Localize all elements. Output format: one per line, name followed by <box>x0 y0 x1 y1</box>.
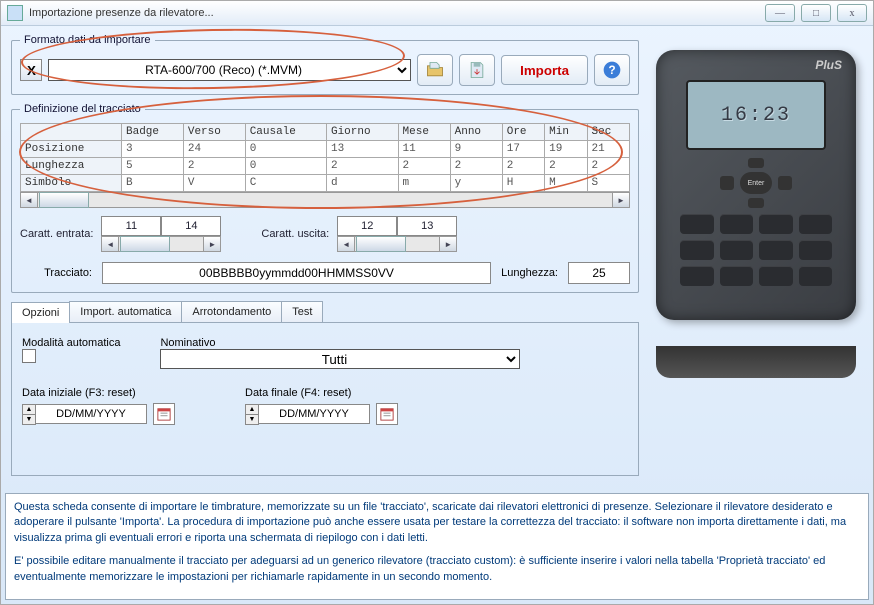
help-footer: Questa scheda consente di importare le t… <box>5 493 869 600</box>
format-select[interactable]: RTA-600/700 (Reco) (*.MVM) <box>48 59 411 81</box>
col-anno: Anno <box>450 124 502 141</box>
lunghezza-label: Lunghezza: <box>501 267 558 279</box>
device-screen: 16:23 <box>686 80 826 150</box>
tracciato-value[interactable]: 00BBBBB0yymmdd00HHMMSS0VV <box>102 262 491 284</box>
scroll-thumb[interactable] <box>356 236 406 252</box>
col-ore: Ore <box>502 124 544 141</box>
maximize-button[interactable]: □ <box>801 4 831 22</box>
table-row[interactable]: Posizione324013119171921 <box>21 141 630 158</box>
calendar-icon <box>157 407 171 421</box>
tracciato-group: Definizione del tracciato Badge Verso Ca… <box>11 103 639 293</box>
tracciato-legend: Definizione del tracciato <box>20 103 145 115</box>
col-verso: Verso <box>183 124 245 141</box>
table-h-scrollbar[interactable]: ◄► <box>20 192 630 208</box>
data-iniziale-calendar-button[interactable] <box>153 403 175 425</box>
footer-paragraph-1: Questa scheda consente di importare le t… <box>14 500 860 546</box>
app-icon <box>7 5 23 21</box>
spin-down-icon[interactable]: ▼ <box>246 415 258 424</box>
format-group: Formato dati da importare X RTA-600/700 … <box>11 34 639 95</box>
scroll-left-icon[interactable]: ◄ <box>338 237 355 251</box>
open-folder-icon <box>425 60 445 80</box>
caratt-uscita-label: Caratt. uscita: <box>261 228 333 240</box>
scroll-left-icon[interactable]: ◄ <box>102 237 119 251</box>
open-file-button[interactable] <box>417 54 453 86</box>
scroll-right-icon[interactable]: ► <box>612 193 629 207</box>
tab-panel-opzioni: Modalità automatica Nominativo Tutti Dat… <box>11 323 639 476</box>
spin-up-icon[interactable]: ▲ <box>23 405 35 415</box>
tab-opzioni[interactable]: Opzioni <box>11 302 70 323</box>
device-keypad <box>680 214 832 286</box>
minimize-button[interactable]: — <box>765 4 795 22</box>
modalita-automatica-checkbox[interactable] <box>22 349 36 363</box>
svg-text:?: ? <box>608 64 615 77</box>
caratt-uscita-2[interactable]: 13 <box>397 216 457 236</box>
tracciato-table[interactable]: Badge Verso Causale Giorno Mese Anno Ore… <box>20 123 630 192</box>
titlebar: Importazione presenze da rilevatore... —… <box>1 1 873 26</box>
window-title: Importazione presenze da rilevatore... <box>29 7 765 19</box>
calendar-icon <box>380 407 394 421</box>
table-header-row: Badge Verso Causale Giorno Mese Anno Ore… <box>21 124 630 141</box>
caratt-entrata-1[interactable]: 11 <box>101 216 161 236</box>
device-illustration: PluS 16:23 Enter <box>656 50 856 360</box>
save-icon <box>467 60 487 80</box>
app-window: Importazione presenze da rilevatore... —… <box>0 0 874 605</box>
data-finale-spinner[interactable]: ▲▼ <box>245 404 259 425</box>
clear-format-button[interactable]: X <box>20 59 42 81</box>
scroll-thumb[interactable] <box>120 236 170 252</box>
save-file-button[interactable] <box>459 54 495 86</box>
caratt-uscita-1[interactable]: 12 <box>337 216 397 236</box>
table-row[interactable]: Lunghezza520222222 <box>21 158 630 175</box>
col-causale: Causale <box>245 124 326 141</box>
close-button[interactable]: x <box>837 4 867 22</box>
col-mese: Mese <box>398 124 450 141</box>
device-brand: PluS <box>815 58 842 72</box>
data-finale-calendar-button[interactable] <box>376 403 398 425</box>
format-legend: Formato dati da importare <box>20 34 155 46</box>
device-dpad: Enter <box>714 158 798 208</box>
tab-bar: Opzioni Import. automatica Arrotondament… <box>11 301 639 323</box>
tab-test[interactable]: Test <box>281 301 323 322</box>
col-giorno: Giorno <box>326 124 398 141</box>
scroll-right-icon[interactable]: ► <box>203 237 220 251</box>
nominativo-label: Nominativo <box>160 337 520 349</box>
import-button[interactable]: Importa <box>501 55 588 85</box>
data-iniziale-spinner[interactable]: ▲▼ <box>22 404 36 425</box>
data-finale-input[interactable]: DD/MM/YYYY <box>259 404 370 424</box>
data-iniziale-label: Data iniziale (F3: reset) <box>22 387 175 399</box>
col-blank <box>21 124 122 141</box>
data-iniziale-input[interactable]: DD/MM/YYYY <box>36 404 147 424</box>
footer-paragraph-2: E' possibile editare manualmente il trac… <box>14 554 860 585</box>
scroll-thumb[interactable] <box>39 192 89 208</box>
caratt-entrata-label: Caratt. entrata: <box>20 228 97 240</box>
scroll-left-icon[interactable]: ◄ <box>21 193 38 207</box>
tab-import-automatica[interactable]: Import. automatica <box>69 301 182 322</box>
col-sec: Sec <box>587 124 629 141</box>
spin-up-icon[interactable]: ▲ <box>246 405 258 415</box>
help-icon: ? <box>602 60 622 80</box>
spin-down-icon[interactable]: ▼ <box>23 415 35 424</box>
scroll-right-icon[interactable]: ► <box>439 237 456 251</box>
table-row[interactable]: SimboloBVCdmyHMS <box>21 175 630 192</box>
device-enter-key: Enter <box>740 172 772 194</box>
modalita-automatica-label: Modalità automatica <box>22 337 120 349</box>
col-badge: Badge <box>122 124 184 141</box>
help-button[interactable]: ? <box>594 54 630 86</box>
col-min: Min <box>545 124 587 141</box>
tracciato-label: Tracciato: <box>20 267 92 279</box>
caratt-entrata-2[interactable]: 14 <box>161 216 221 236</box>
data-finale-label: Data finale (F4: reset) <box>245 387 398 399</box>
nominativo-select[interactable]: Tutti <box>160 349 520 369</box>
tab-arrotondamento[interactable]: Arrotondamento <box>181 301 282 322</box>
lunghezza-value: 25 <box>568 262 630 284</box>
